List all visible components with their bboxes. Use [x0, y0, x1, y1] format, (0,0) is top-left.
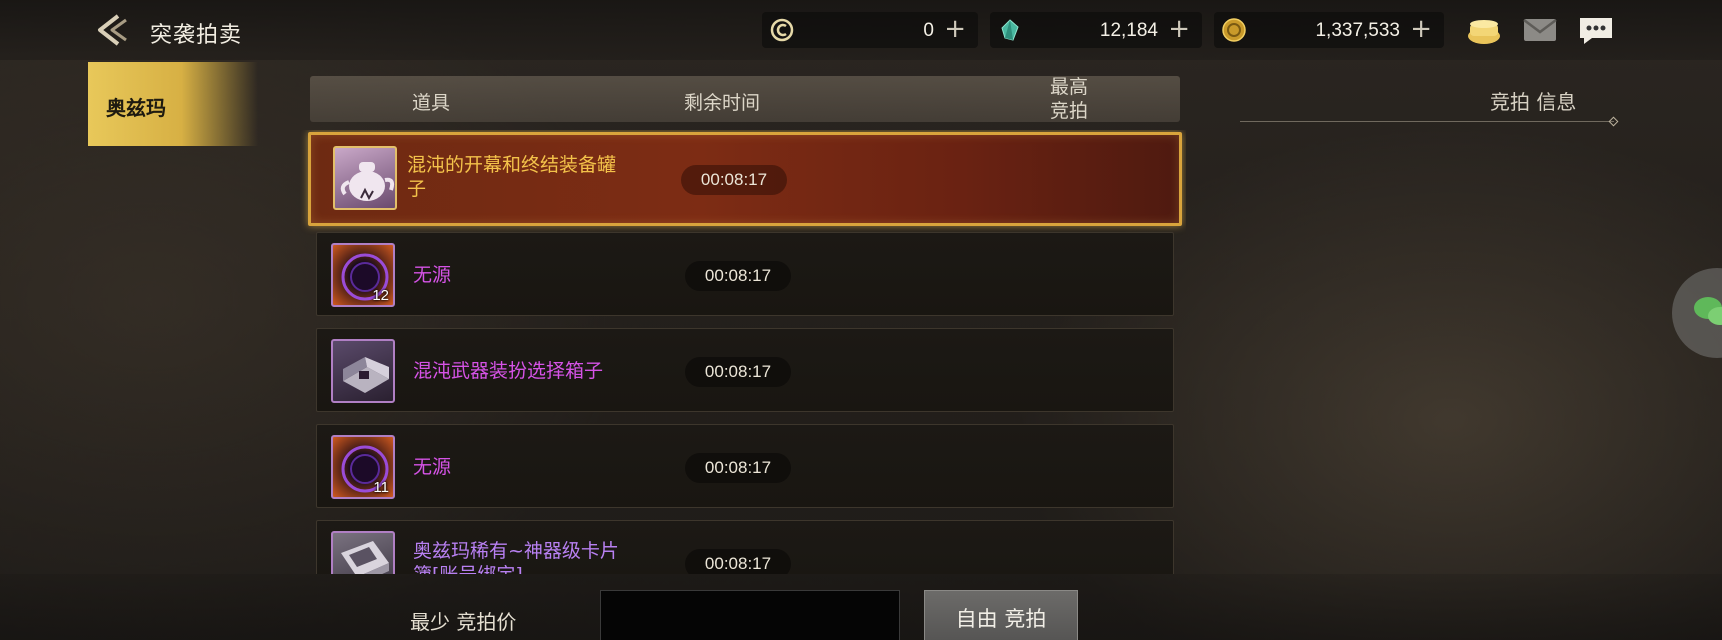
currency-crystal: 12,184 +	[990, 12, 1202, 48]
gold-pot-icon[interactable]	[1464, 14, 1504, 46]
item-timer: 00:08:17	[685, 261, 791, 291]
list-item[interactable]: 奥兹玛稀有~神器级卡片簿[账号绑定] 00:08:17	[316, 520, 1174, 574]
list-item[interactable]: 12 无源 00:08:17	[316, 232, 1174, 316]
tab-ozma[interactable]: 奥兹玛	[88, 62, 258, 146]
column-item: 道具	[412, 92, 451, 114]
item-timer: 00:08:17	[685, 453, 791, 483]
c-coin-value: 0	[923, 20, 934, 41]
item-timer: 00:08:17	[685, 357, 791, 387]
list-item[interactable]: 混沌武器装扮选择箱子 00:08:17	[316, 328, 1174, 412]
orb-icon: 11	[331, 435, 395, 499]
weapon-box-icon	[331, 339, 395, 403]
item-timer: 00:08:17	[681, 165, 787, 195]
add-gold-button[interactable]: +	[1410, 15, 1432, 43]
add-c-coin-button[interactable]: +	[944, 15, 966, 43]
currency-gold: 1,337,533 +	[1214, 12, 1444, 48]
top-bar: 突袭拍卖 0 + 12,184 + 1,337,533 +	[0, 0, 1722, 60]
column-highest-bid-line2: 竞拍	[1050, 100, 1089, 122]
divider	[1240, 121, 1614, 122]
mail-icon[interactable]	[1520, 14, 1560, 46]
gold-coin-icon	[1222, 18, 1246, 42]
column-remaining-time: 剩余时间	[684, 92, 761, 114]
list-item[interactable]: 11 无源 00:08:17	[316, 424, 1174, 508]
item-count: 11	[373, 479, 389, 496]
c-coin-icon	[770, 18, 794, 42]
list-item-selected[interactable]: 混沌的开幕和终结装备罐子 00:08:17	[308, 132, 1182, 226]
chat-icon[interactable]	[1576, 14, 1616, 46]
add-crystal-button[interactable]: +	[1168, 15, 1190, 43]
bid-info-label: 竞拍 信息	[1490, 90, 1577, 114]
floating-chat-bubble-icon[interactable]	[1672, 268, 1722, 358]
item-timer: 00:08:17	[685, 549, 791, 574]
page-title: 突袭拍卖	[150, 23, 243, 48]
free-bid-button[interactable]: 自由 竞拍	[924, 590, 1078, 640]
teapot-icon	[333, 146, 397, 210]
item-name: 混沌的开幕和终结装备罐子	[407, 154, 617, 200]
column-highest-bid-line1: 最高	[1050, 76, 1089, 98]
divider-end	[1608, 116, 1619, 127]
min-bid-input[interactable]	[600, 590, 900, 640]
currency-c-coin: 0 +	[762, 12, 978, 48]
item-name: 奥兹玛稀有~神器级卡片簿[账号绑定]	[413, 540, 619, 574]
card-book-icon	[331, 531, 395, 574]
min-bid-label: 最少 竞拍价	[410, 610, 517, 634]
item-name: 无源	[413, 456, 452, 478]
crystal-icon	[998, 18, 1022, 42]
table-header: 道具 剩余时间 最高 竞拍	[310, 76, 1180, 122]
orb-icon: 12	[331, 243, 395, 307]
item-count: 12	[372, 287, 389, 304]
gold-value: 1,337,533	[1315, 20, 1400, 41]
item-name: 无源	[413, 264, 452, 286]
auction-list[interactable]: 混沌的开幕和终结装备罐子 00:08:17 12 无源 00:08:17 混沌武…	[300, 130, 1186, 574]
tab-ozma-label: 奥兹玛	[106, 96, 166, 120]
item-name: 混沌武器装扮选择箱子	[413, 360, 604, 382]
back-arrow-icon[interactable]	[96, 12, 136, 48]
crystal-value: 12,184	[1099, 20, 1158, 41]
